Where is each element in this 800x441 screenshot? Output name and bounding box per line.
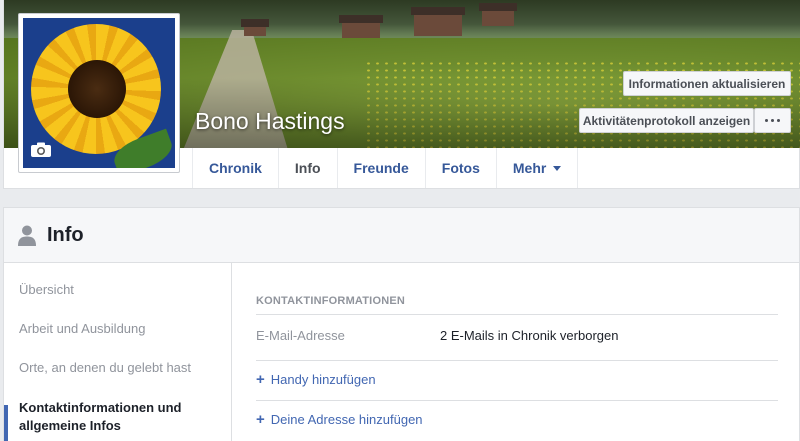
info-header: Info [4, 208, 799, 263]
info-panel: Info Übersicht Arbeit und Ausbildung Ort… [3, 207, 800, 441]
info-sidebar: Übersicht Arbeit und Ausbildung Orte, an… [4, 263, 232, 441]
more-options-button[interactable] [754, 108, 791, 133]
tab-fotos[interactable]: Fotos [424, 148, 496, 188]
tab-mehr[interactable]: Mehr [495, 148, 579, 188]
profile-name[interactable]: Bono Hastings [195, 108, 345, 135]
sidebar-item-contact-info[interactable]: Kontaktinformationen und allgemeine Info… [19, 399, 219, 435]
dots-icon [765, 119, 780, 122]
divider [256, 360, 778, 361]
email-label: E-Mail-Adresse [256, 328, 345, 343]
add-phone-link[interactable]: + Handy hinzufügen [256, 371, 376, 388]
sidebar-item-places[interactable]: Orte, an denen du gelebt hast [19, 360, 191, 375]
tab-info[interactable]: Info [277, 148, 337, 188]
tab-chronik[interactable]: Chronik [192, 148, 278, 188]
profile-tabs: Chronik Info Freunde Fotos Mehr [192, 148, 579, 188]
sidebar-item-work-education[interactable]: Arbeit und Ausbildung [19, 321, 145, 336]
activity-log-button[interactable]: Aktivitätenprotokoll anzeigen [579, 108, 754, 133]
info-title: Info [47, 223, 84, 246]
section-title: KONTAKTINFORMATIONEN [256, 295, 406, 307]
add-address-link[interactable]: + Deine Adresse hinzufügen [256, 411, 423, 428]
plus-icon: + [256, 371, 265, 388]
email-value[interactable]: 2 E-Mails in Chronik verborgen [440, 328, 618, 343]
camera-icon[interactable] [30, 142, 52, 158]
update-info-button[interactable]: Informationen aktualisieren [623, 71, 791, 96]
sidebar-item-overview[interactable]: Übersicht [19, 282, 74, 297]
tab-freunde[interactable]: Freunde [336, 148, 425, 188]
plus-icon: + [256, 411, 265, 428]
caret-down-icon [553, 165, 562, 171]
profile-header: Bono Hastings Informationen aktualisiere… [3, 0, 800, 189]
active-indicator [4, 405, 8, 441]
person-icon [18, 225, 36, 246]
divider [256, 400, 778, 401]
divider [256, 314, 778, 315]
